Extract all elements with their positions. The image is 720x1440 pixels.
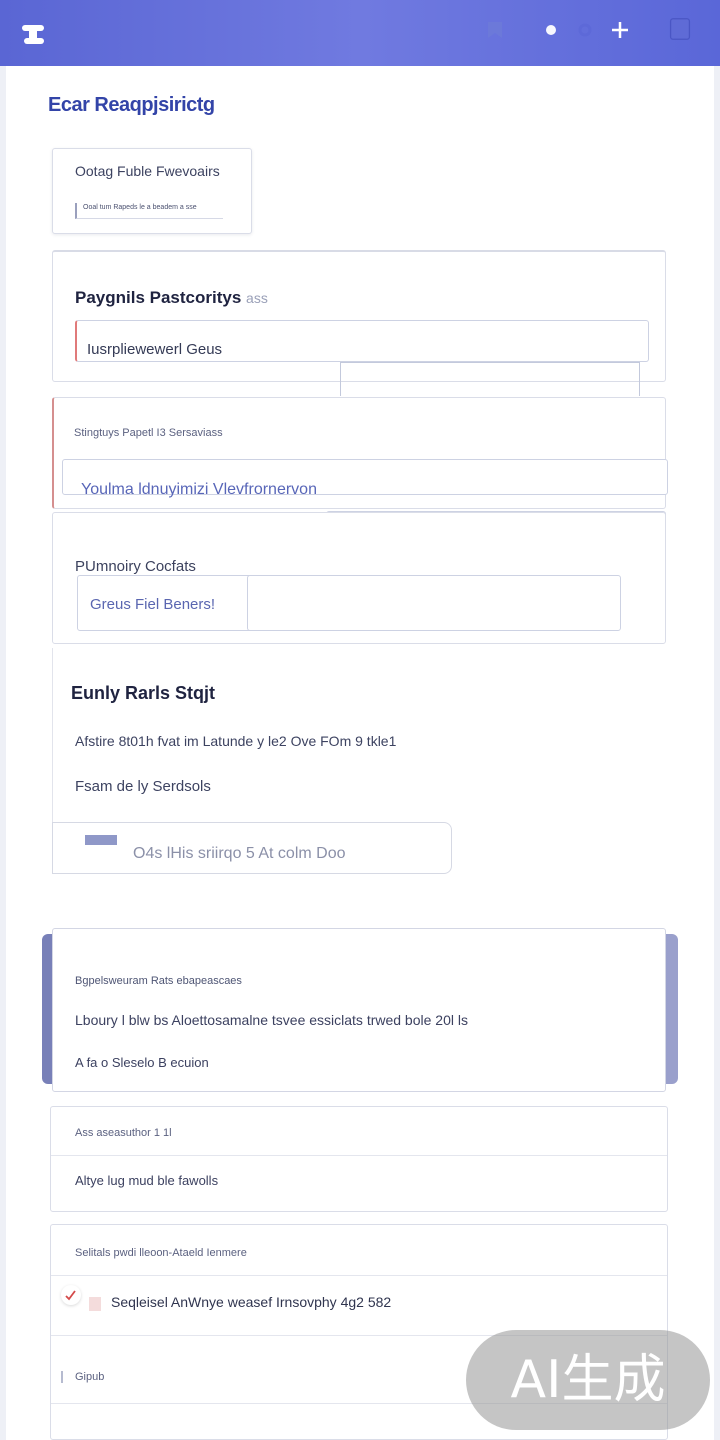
window-icon[interactable] — [668, 17, 694, 45]
top-card[interactable]: Ootag Fuble Fwevoairs Ooal tum Rapeds le… — [52, 148, 252, 234]
ai-generated-watermark: AI生成 — [466, 1330, 710, 1430]
payments-input-value: Iusrpliewewerl Geus — [87, 341, 223, 358]
bookmark-icon[interactable] — [483, 18, 507, 42]
info-card: Ass aseasuthor 1 1l Altye lug mud ble fa… — [50, 1106, 668, 1212]
payments-heading: Paygnils Pastcoritys ass — [75, 288, 268, 308]
early-heading: Eunly Rarls Stqjt — [71, 683, 216, 703]
payments-heading-suffix: ass — [246, 290, 268, 306]
settings-field-value: Youlma ldnuyimizi Vlevfrornervon — [81, 481, 317, 498]
info-card-line[interactable]: Altye lug mud ble fawolls — [75, 1173, 218, 1188]
early-line2: Fsam de ly Serdsols — [75, 778, 211, 795]
purple-card-line2: A fa o Sleselo B ecuion — [75, 1055, 209, 1070]
settings-field[interactable]: Youlma ldnuyimizi Vlevfrornervon — [62, 459, 668, 498]
row-marker — [61, 1371, 63, 1383]
dot-icon[interactable] — [540, 18, 564, 42]
divider — [51, 1275, 667, 1276]
payments-heading-text: Paygnils Pastcoritys — [75, 288, 242, 307]
info-card-label: Ass aseasuthor 1 1l — [75, 1127, 172, 1139]
top-card-subtitle: Ooal tum Rapeds le a beadem a sse — [83, 204, 197, 211]
selection-card-row2[interactable]: Gipub — [75, 1371, 104, 1383]
primary-card: PUmnoiry Cocfats Greus Fiel Beners! — [52, 512, 666, 644]
early-line1: Afstire 8t01h fvat im Latunde y le2 Ove … — [75, 733, 397, 749]
logo-icon[interactable] — [18, 22, 50, 48]
divider — [51, 1155, 667, 1156]
purple-card[interactable]: Bgpelsweuram Rats ebapeascaes Lboury l b… — [52, 928, 666, 1092]
check-icon[interactable] — [61, 1285, 81, 1305]
page-title: Ecar Reaqpjsirictg — [48, 94, 215, 116]
settings-card: Stingtuys Papetl I3 Sersaviass Youlma ld… — [52, 397, 668, 509]
top-card-title: Ootag Fuble Fwevoairs — [75, 163, 220, 179]
pill-accent — [85, 835, 117, 845]
selection-card-label: Selitals pwdi lleoon-Ataeld Ienmere — [75, 1247, 247, 1259]
top-card-field[interactable]: Ooal tum Rapeds le a beadem a sse — [75, 203, 223, 219]
purple-card-label: Bgpelsweuram Rats ebapeascaes — [75, 975, 242, 987]
early-card: Eunly Rarls Stqjt Afstire 8t01h fvat im … — [52, 648, 668, 844]
primary-input-value: Greus Fiel Beners! — [90, 596, 216, 613]
selection-card-line[interactable]: Seqleisel AnWnye weasef Irnsovphy 4g2 58… — [111, 1294, 391, 1310]
add-icon[interactable] — [608, 18, 632, 42]
primary-input-2[interactable] — [247, 575, 621, 631]
app-header — [0, 0, 720, 66]
early-pill[interactable]: O4s lHis sriirqo 5 At colm Doo — [52, 822, 452, 874]
overlay-field[interactable] — [340, 362, 640, 396]
primary-input[interactable]: Greus Fiel Beners! — [77, 575, 253, 631]
primary-label: PUmnoiry Cocfats — [75, 558, 196, 575]
early-pill-text: O4s lHis sriirqo 5 At colm Doo — [133, 845, 346, 862]
payments-input[interactable]: Iusrpliewewerl Geus — [75, 320, 649, 362]
purple-card-line1: Lboury l blw bs Aloettosamalne tsvee ess… — [75, 1012, 468, 1028]
settings-label: Stingtuys Papetl I3 Sersaviass — [74, 427, 223, 439]
checkbox[interactable] — [89, 1297, 101, 1311]
settings-icon[interactable] — [574, 18, 598, 42]
